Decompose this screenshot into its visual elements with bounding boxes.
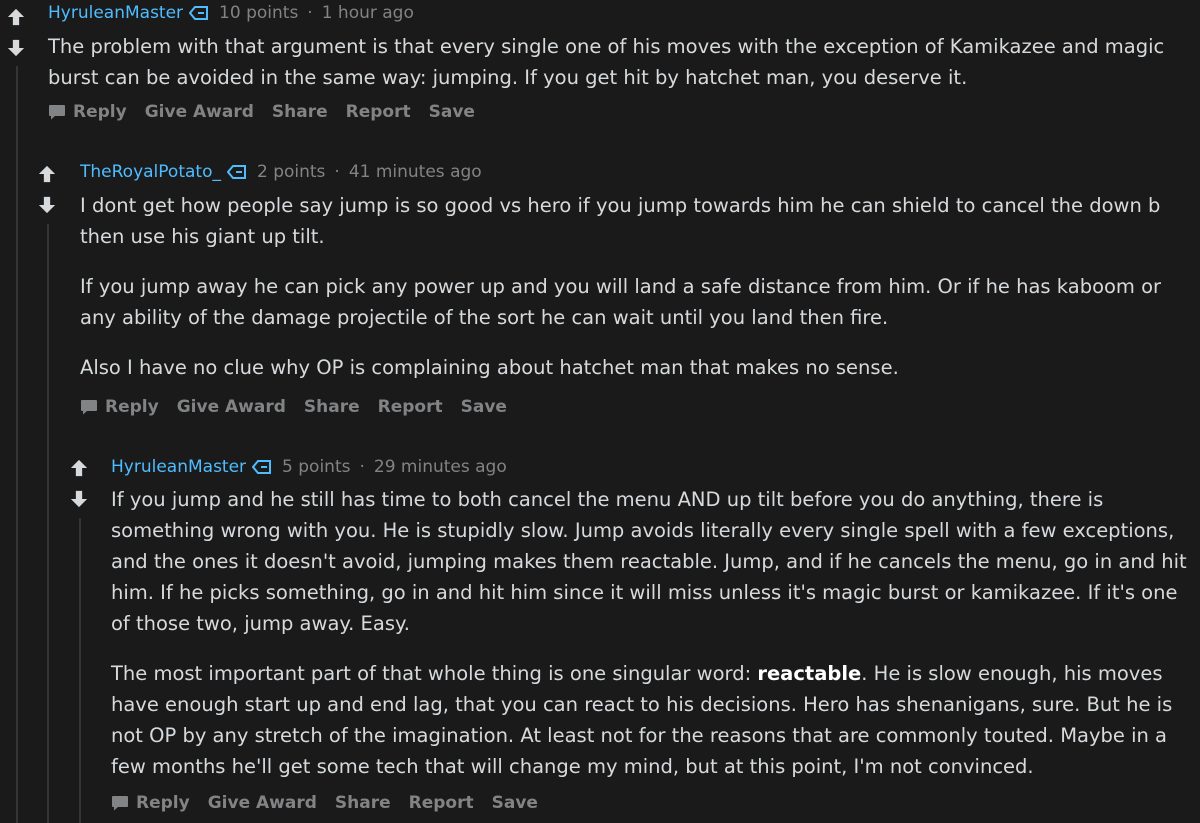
author-link[interactable]: HyruleanMaster xyxy=(48,3,183,23)
save-button[interactable]: Save xyxy=(429,102,475,122)
reply-label: Reply xyxy=(105,397,159,417)
flair-icon xyxy=(189,6,209,20)
comment-bubble-icon xyxy=(49,105,65,120)
comment-body: I dont get how people say jump is so goo… xyxy=(80,190,1180,383)
thread-line[interactable] xyxy=(79,518,81,823)
report-button[interactable]: Report xyxy=(409,793,474,813)
paragraph-text: The most important part of that whole th… xyxy=(111,662,758,685)
comment-actions: Reply Give Award Share Report Save xyxy=(80,397,525,417)
separator-dot: · xyxy=(307,3,313,23)
timestamp[interactable]: 41 minutes ago xyxy=(349,162,482,182)
timestamp[interactable]: 1 hour ago xyxy=(322,3,414,23)
report-button[interactable]: Report xyxy=(346,102,411,122)
vote-column xyxy=(38,165,60,214)
reply-button[interactable]: Reply xyxy=(111,793,190,813)
vote-column xyxy=(70,459,92,508)
comment-actions: Reply Give Award Share Report Save xyxy=(111,793,556,813)
comment-meta: HyruleanMaster 5 points · 29 minutes ago xyxy=(111,457,507,477)
separator-dot: · xyxy=(359,457,365,477)
author-link[interactable]: TheRoyalPotato_ xyxy=(80,162,221,182)
downvote-icon[interactable] xyxy=(38,196,56,214)
upvote-icon[interactable] xyxy=(38,165,56,183)
downvote-icon[interactable] xyxy=(70,490,88,508)
author-link[interactable]: HyruleanMaster xyxy=(111,457,246,477)
give-award-button[interactable]: Give Award xyxy=(145,102,254,122)
flair-icon xyxy=(226,165,246,179)
points-count: 10 points xyxy=(219,3,299,23)
share-button[interactable]: Share xyxy=(335,793,391,813)
downvote-icon[interactable] xyxy=(7,39,25,57)
give-award-button[interactable]: Give Award xyxy=(208,793,317,813)
upvote-icon[interactable] xyxy=(7,8,25,26)
comment-meta: TheRoyalPotato_ 2 points · 41 minutes ag… xyxy=(80,162,482,182)
comment-paragraph: If you jump away he can pick any power u… xyxy=(80,275,1162,329)
save-button[interactable]: Save xyxy=(492,793,538,813)
thread-line[interactable] xyxy=(47,224,49,823)
share-button[interactable]: Share xyxy=(304,397,360,417)
give-award-button[interactable]: Give Award xyxy=(177,397,286,417)
share-button[interactable]: Share xyxy=(272,102,328,122)
comment-body: If you jump and he still has time to bot… xyxy=(111,484,1189,782)
comment-bubble-icon xyxy=(81,400,97,415)
points-count: 2 points xyxy=(256,162,326,182)
vote-column xyxy=(7,8,29,57)
report-button[interactable]: Report xyxy=(378,397,443,417)
reply-button[interactable]: Reply xyxy=(80,397,159,417)
upvote-icon[interactable] xyxy=(70,459,88,477)
save-button[interactable]: Save xyxy=(461,397,507,417)
points-count: 5 points xyxy=(282,457,351,477)
separator-dot: · xyxy=(334,162,340,182)
comment-actions: Reply Give Award Share Report Save xyxy=(48,102,493,122)
comment-body: The problem with that argument is that e… xyxy=(48,31,1178,93)
comment-paragraph: Also I have no clue why OP is complainin… xyxy=(80,356,899,379)
comment-paragraph: The most important part of that whole th… xyxy=(111,658,1189,782)
comment-paragraph: The problem with that argument is that e… xyxy=(48,35,1165,89)
comment-meta: HyruleanMaster 10 points · 1 hour ago xyxy=(48,3,414,23)
reply-label: Reply xyxy=(73,102,127,122)
flair-icon xyxy=(252,460,272,474)
reply-label: Reply xyxy=(136,793,190,813)
timestamp[interactable]: 29 minutes ago xyxy=(374,457,507,477)
reply-button[interactable]: Reply xyxy=(48,102,127,122)
comment-paragraph: I dont get how people say jump is so goo… xyxy=(80,194,1161,248)
comment-bubble-icon xyxy=(112,796,128,811)
thread-line[interactable] xyxy=(16,66,18,823)
bold-word: reactable xyxy=(757,662,862,685)
comment-paragraph: If you jump and he still has time to bot… xyxy=(111,488,1187,635)
